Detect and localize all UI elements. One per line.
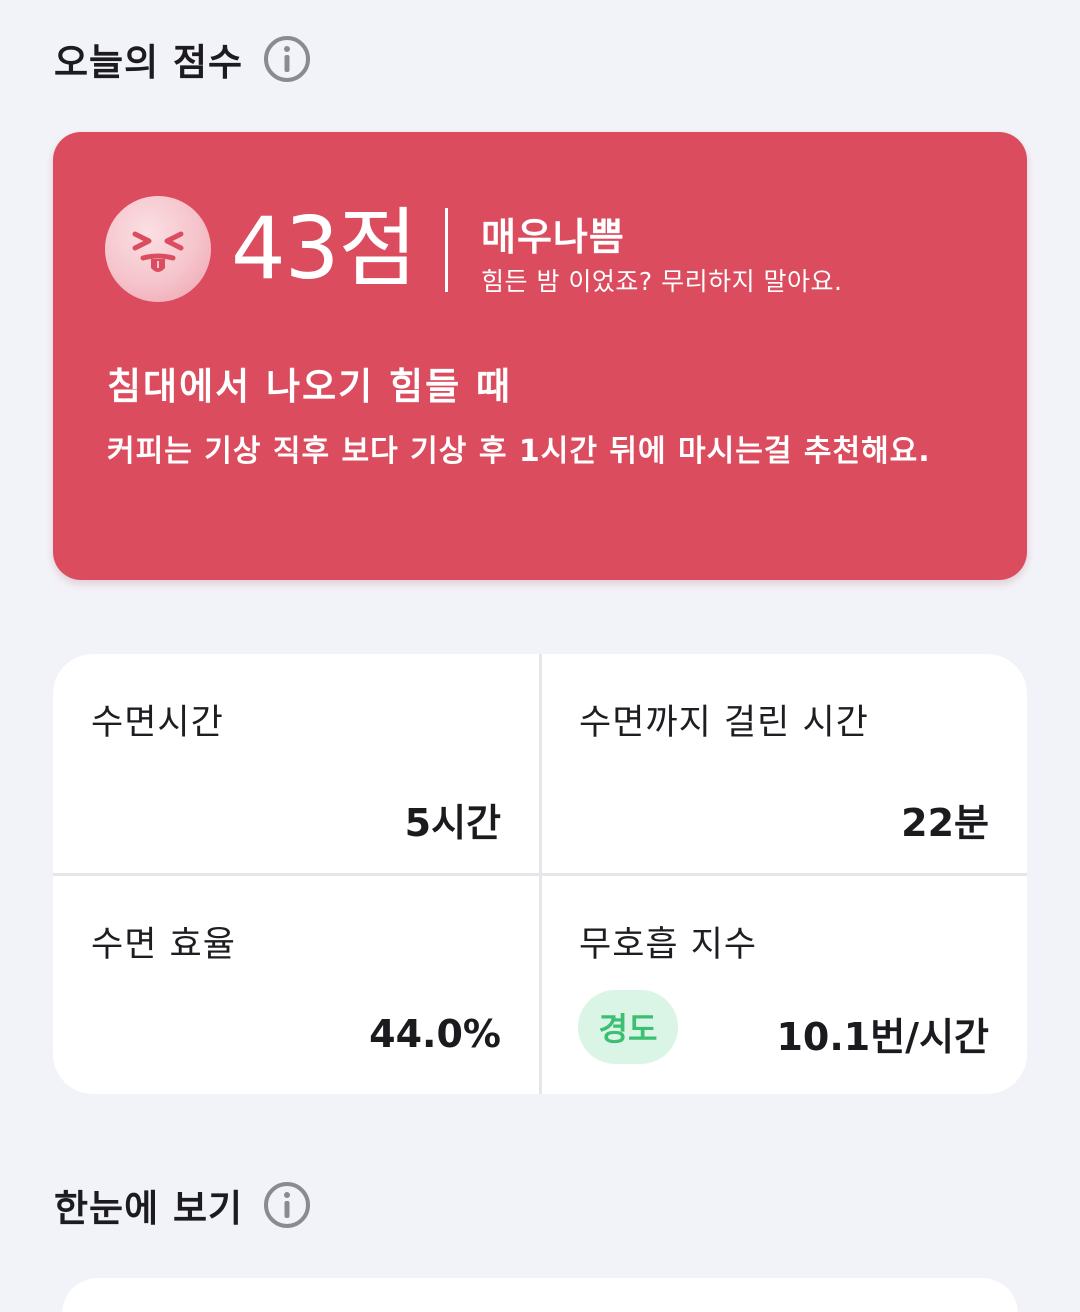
sleep-latency-value: 22분 (901, 801, 989, 845)
apnea-severity-badge: 경도 (578, 990, 678, 1064)
overview-card (62, 1278, 1018, 1312)
score-value: 43점 (231, 199, 418, 299)
dizzy-face-icon (105, 196, 211, 302)
score-divider (445, 208, 448, 292)
info-icon[interactable] (263, 1181, 311, 1229)
apnea-index-value: 10.1번/시간 (776, 1015, 989, 1059)
tip-title: 침대에서 나오기 힘들 때 (107, 365, 513, 408)
grid-divider-horizontal (53, 873, 1027, 876)
today-score-header: 오늘의 점수 (54, 32, 311, 86)
apnea-index-label: 무호흡 지수 (579, 925, 758, 965)
sleep-efficiency-label: 수면 효율 (91, 925, 236, 965)
sleep-stats-card: 수면시간 5시간 수면까지 걸린 시간 22분 수면 효율 44.0% 무호흡 … (53, 654, 1027, 1094)
overview-header: 한눈에 보기 (54, 1178, 311, 1232)
section-title: 오늘의 점수 (54, 41, 244, 84)
sleep-latency-label: 수면까지 걸린 시간 (579, 703, 869, 743)
grade-message: 힘든 밤 이었죠? 무리하지 말아요. (481, 267, 843, 296)
score-card: 43점 매우나쁨 힘든 밤 이었죠? 무리하지 말아요. 침대에서 나오기 힘들… (53, 132, 1027, 580)
sleep-efficiency-value: 44.0% (369, 1012, 501, 1056)
info-icon[interactable] (263, 35, 311, 83)
section-title: 한눈에 보기 (54, 1187, 244, 1230)
tip-body: 커피는 기상 직후 보다 기상 후 1시간 뒤에 마시는걸 추천해요. (107, 434, 931, 469)
grade-label: 매우나쁨 (481, 215, 625, 259)
sleep-time-value: 5시간 (404, 801, 501, 845)
sleep-time-label: 수면시간 (91, 703, 224, 743)
